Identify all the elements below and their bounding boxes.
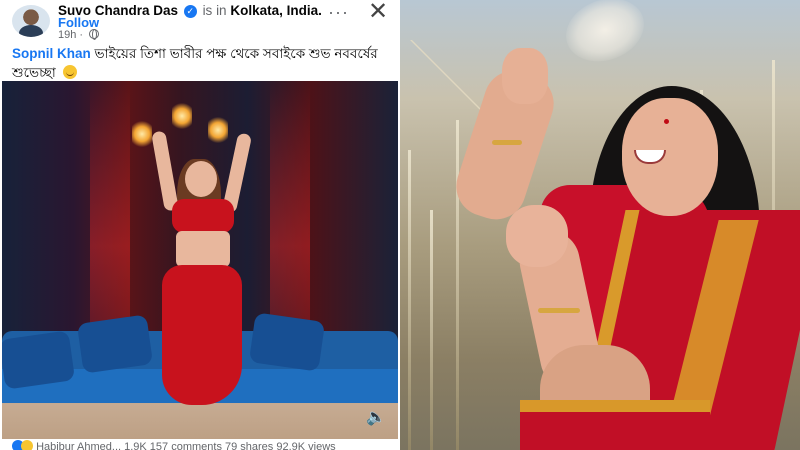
cushion (248, 312, 326, 372)
dancer-waist (176, 231, 230, 267)
post-caption: Sopnil Khan ভাইয়ের তিশা ভাবীর পক্ষ থেকে… (12, 44, 396, 82)
location-link[interactable]: Kolkata, India. (230, 3, 322, 18)
gold-bangle (492, 140, 522, 145)
bindi (664, 119, 669, 124)
close-icon[interactable]: ✕ (368, 0, 388, 26)
author-avatar[interactable] (12, 5, 50, 37)
cushion (76, 314, 154, 374)
dancer-top (172, 199, 234, 233)
cushion (2, 330, 76, 390)
follow-button[interactable]: Follow (58, 15, 99, 30)
globe-icon (89, 29, 100, 40)
reaction-summary-bar[interactable]: Habibur Ahmed... 1.9K 157 comments 79 sh… (12, 440, 398, 450)
grass-blade (430, 210, 433, 450)
post-time[interactable]: 19h (58, 29, 76, 41)
dancer-face (185, 161, 217, 197)
raised-hand (502, 48, 548, 104)
facebook-post: Suvo Chandra Das ✓ is in Kolkata, India.… (0, 0, 400, 450)
post-video[interactable]: 🔈 (2, 81, 398, 439)
is-in-text: is in (202, 3, 227, 18)
post-timestamp: 19h · (58, 29, 100, 41)
grass-blade (456, 120, 459, 450)
lantern-light (132, 121, 152, 147)
reaction-summary-text: Habibur Ahmed... 1.9K 157 comments 79 sh… (36, 441, 336, 450)
smile-emoji-icon (62, 65, 77, 79)
dancer-skirt (162, 265, 242, 405)
volume-icon[interactable]: 🔈 (366, 407, 386, 427)
verified-badge-icon: ✓ (183, 5, 197, 18)
gold-bangle (538, 308, 580, 313)
dancer-arm (151, 130, 179, 212)
lantern-light (172, 103, 192, 129)
more-options-icon[interactable]: ··· (328, 2, 349, 23)
grass-blade (408, 150, 411, 450)
saree-skirt (520, 400, 710, 450)
hand-near-face (506, 205, 568, 267)
haha-reaction-icon (21, 440, 33, 450)
mention-link[interactable]: Sopnil Khan (12, 46, 91, 61)
separator-dot: · (79, 29, 84, 41)
post-header: Suvo Chandra Das ✓ is in Kolkata, India.… (0, 0, 400, 42)
lantern-light (208, 117, 228, 143)
